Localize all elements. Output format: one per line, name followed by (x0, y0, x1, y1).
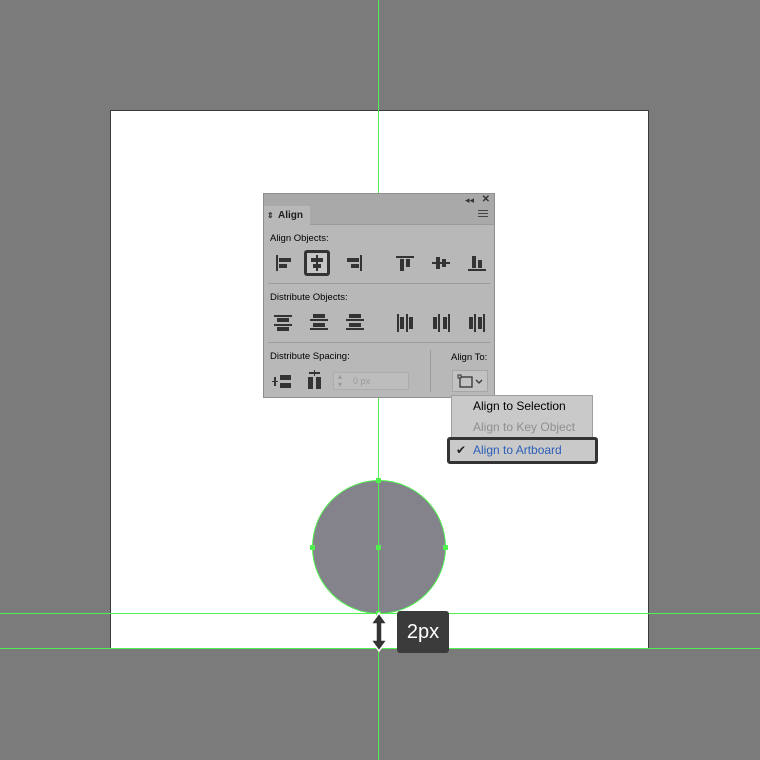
menu-item-align-to-artboard[interactable]: ✔ Align to Artboard (447, 437, 598, 464)
anchor-point-right[interactable] (443, 545, 448, 550)
tab-align[interactable]: ⇕ Align (264, 206, 310, 225)
artboard-align-icon (457, 374, 483, 388)
horizontal-align-left-icon[interactable] (270, 250, 296, 276)
tab-align-label: Align (278, 210, 303, 221)
align-to-dropdown[interactable] (452, 370, 488, 392)
distribute-right-icon[interactable] (464, 310, 490, 336)
align-to-label: Align To: (451, 352, 488, 363)
align-to-divider (430, 350, 431, 392)
close-icon[interactable]: ✕ (482, 194, 490, 206)
align-objects-label: Align Objects: (270, 233, 329, 244)
checkmark-icon: ✔ (456, 443, 467, 457)
distribute-top-icon[interactable] (270, 310, 296, 336)
distribute-objects-label: Distribute Objects: (270, 292, 348, 303)
vertical-distribute-space-icon[interactable] (270, 369, 296, 395)
distribute-spacing-label: Distribute Spacing: (270, 351, 350, 362)
measurement-label: 2px (397, 611, 449, 653)
menu-item-label: Align to Artboard (473, 443, 562, 457)
menu-item-label: Align to Key Object (473, 420, 576, 434)
distribute-horizontal-center-icon[interactable] (428, 310, 454, 336)
anchor-point-left[interactable] (310, 545, 315, 550)
tab-expand-icon[interactable]: ⇕ (267, 206, 274, 225)
menu-item-align-to-key-object: Align to Key Object (452, 417, 592, 437)
horizontal-align-right-icon[interactable] (342, 250, 368, 276)
horizontal-align-center-icon[interactable] (304, 250, 330, 276)
panel-menu-icon[interactable] (478, 210, 488, 219)
anchor-point-top[interactable] (376, 478, 381, 483)
vertical-align-center-icon[interactable] (428, 250, 454, 276)
panel-title-bar (264, 194, 494, 206)
menu-item-label: Align to Selection (473, 399, 566, 413)
center-point (376, 545, 381, 550)
vertical-align-bottom-icon[interactable] (464, 250, 490, 276)
spacing-value-placeholder: 0 px (353, 376, 371, 386)
collapse-icon[interactable]: ◂◂ (465, 194, 474, 206)
distribute-vertical-center-icon[interactable] (306, 310, 332, 336)
vertical-align-top-icon[interactable] (392, 250, 418, 276)
menu-item-align-to-selection[interactable]: Align to Selection (452, 396, 592, 416)
horizontal-distribute-space-icon[interactable] (302, 369, 328, 395)
stepper-icon[interactable]: ▴ ▾ (338, 373, 342, 389)
distribute-left-icon[interactable] (392, 310, 418, 336)
panel-tab-row: ⇕ Align (264, 206, 494, 225)
double-arrow-icon (369, 611, 389, 657)
distribute-bottom-icon[interactable] (342, 310, 368, 336)
spacing-value-field[interactable]: ▴ ▾ 0 px (333, 372, 409, 390)
panel-divider (268, 283, 490, 284)
panel-divider (268, 342, 490, 343)
